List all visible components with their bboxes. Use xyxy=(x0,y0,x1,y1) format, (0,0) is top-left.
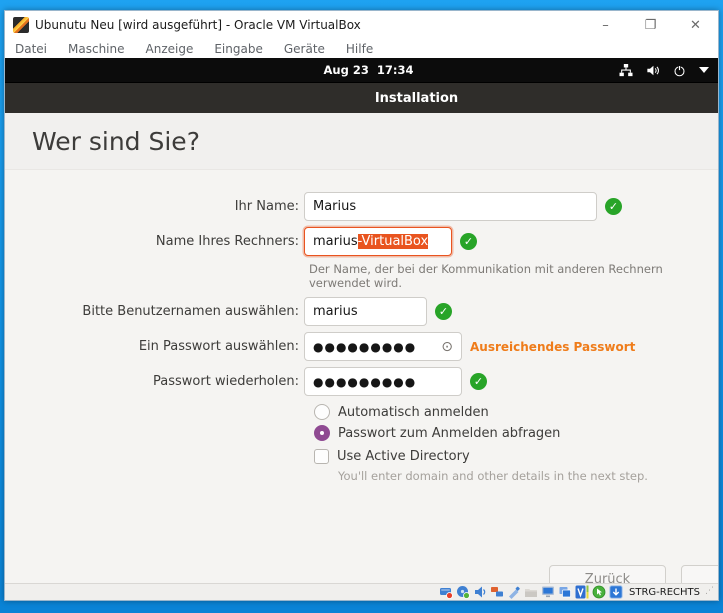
usb-icon[interactable] xyxy=(507,585,521,599)
auto-login-option[interactable]: Automatisch anmelden xyxy=(314,404,718,420)
show-password-icon[interactable]: ⊙ xyxy=(441,340,453,354)
network-icon xyxy=(619,64,633,77)
virtualbox-window: Ubunutu Neu [wird ausgeführt] - Oracle V… xyxy=(4,10,719,601)
password-repeat-input[interactable]: ●●●●●●●●● xyxy=(304,367,462,396)
hard-disks-icon[interactable] xyxy=(439,585,453,599)
continue-button-partial[interactable] xyxy=(681,565,718,583)
maximize-button[interactable]: ❐ xyxy=(628,11,673,39)
active-directory-option[interactable]: Use Active Directory xyxy=(314,449,718,464)
installer-header: Installation xyxy=(5,82,718,113)
statusbar: STRG-RECHTS ⋰ xyxy=(5,583,718,600)
menu-eingabe[interactable]: Eingabe xyxy=(214,42,263,56)
username-valid-icon: ✓ xyxy=(435,303,452,320)
password-match-icon: ✓ xyxy=(470,373,487,390)
window-title: Ubunutu Neu [wird ausgeführt] - Oracle V… xyxy=(35,18,583,32)
network-adapters-icon[interactable] xyxy=(490,585,504,599)
menu-geraete[interactable]: Geräte xyxy=(284,42,325,56)
who-are-you-form: Ihr Name: Marius ✓ Name Ihres Rechners: … xyxy=(5,170,718,483)
require-password-option[interactable]: Passwort zum Anmelden abfragen xyxy=(314,425,718,441)
vm-features-icon[interactable] xyxy=(575,585,589,599)
password-input[interactable]: ●●●●●●●●● ⊙ xyxy=(304,332,462,361)
keyboard-icon[interactable] xyxy=(609,585,623,599)
clock[interactable]: Aug 23 17:34 xyxy=(5,63,718,77)
selected-text: -VirtualBox xyxy=(358,234,429,249)
volume-icon xyxy=(646,64,660,77)
installer-title: Installation xyxy=(375,91,458,106)
power-icon xyxy=(673,64,686,77)
menu-hilfe[interactable]: Hilfe xyxy=(346,42,373,56)
optical-drives-icon[interactable] xyxy=(456,585,470,599)
hostname-help: Der Name, der bei der Kommunikation mit … xyxy=(309,262,718,290)
resize-grip-icon[interactable]: ⋰ xyxy=(705,587,714,598)
username-row: Bitte Benutzernamen auswählen: marius ✓ xyxy=(5,297,718,326)
password-repeat-label: Passwort wiederholen: xyxy=(5,374,304,389)
active-directory-help: You'll enter domain and other details in… xyxy=(338,469,718,483)
name-input[interactable]: Marius xyxy=(304,192,597,221)
shared-folders-icon[interactable] xyxy=(524,585,538,599)
vm-screen: Aug 23 17:34 Installation xyxy=(5,58,718,583)
radio-unchecked-icon[interactable] xyxy=(314,404,330,420)
password-repeat-row: Passwort wiederholen: ●●●●●●●●● ✓ xyxy=(5,367,718,396)
minimize-button[interactable]: – xyxy=(583,11,628,39)
name-valid-icon: ✓ xyxy=(605,198,622,215)
mouse-integration-icon[interactable] xyxy=(592,585,606,599)
name-row: Ihr Name: Marius ✓ xyxy=(5,192,718,221)
username-label: Bitte Benutzernamen auswählen: xyxy=(5,304,304,319)
login-options: Automatisch anmelden Passwort zum Anmeld… xyxy=(314,404,718,483)
menu-datei[interactable]: Datei xyxy=(15,42,47,56)
recording-icon[interactable] xyxy=(558,585,572,599)
password-label: Ein Passwort auswählen: xyxy=(5,339,304,354)
titlebar: Ubunutu Neu [wird ausgeführt] - Oracle V… xyxy=(5,11,718,39)
close-button[interactable]: ✕ xyxy=(673,11,718,39)
menu-maschine[interactable]: Maschine xyxy=(68,42,124,56)
password-row: Ein Passwort auswählen: ●●●●●●●●● ⊙ Ausr… xyxy=(5,332,718,361)
page-title: Wer sind Sie? xyxy=(32,127,200,156)
system-tray[interactable] xyxy=(619,58,709,82)
hostname-input[interactable]: marius-VirtualBox xyxy=(304,227,452,256)
hostname-label: Name Ihres Rechners: xyxy=(5,234,304,249)
hostname-row: Name Ihres Rechners: marius-VirtualBox ✓ xyxy=(5,227,718,256)
host-key-label: STRG-RECHTS xyxy=(629,587,700,598)
username-input[interactable]: marius xyxy=(304,297,427,326)
hostname-valid-icon: ✓ xyxy=(460,233,477,250)
menu-anzeige[interactable]: Anzeige xyxy=(146,42,194,56)
window-controls: – ❐ ✕ xyxy=(583,11,718,39)
page-title-band: Wer sind Sie? xyxy=(5,113,718,170)
menubar: Datei Maschine Anzeige Eingabe Geräte Hi… xyxy=(5,39,718,58)
back-button[interactable]: Zurück xyxy=(549,565,666,583)
ubuntu-topbar: Aug 23 17:34 xyxy=(5,58,718,82)
virtualbox-app-icon xyxy=(13,17,29,33)
password-strength: Ausreichendes Passwort xyxy=(470,340,635,354)
caret-down-icon xyxy=(699,67,709,73)
name-label: Ihr Name: xyxy=(5,199,304,214)
checkbox-unchecked-icon[interactable] xyxy=(314,449,329,464)
installer-body: Wer sind Sie? Ihr Name: Marius ✓ Name Ih… xyxy=(5,113,718,583)
audio-icon[interactable] xyxy=(473,585,487,599)
radio-checked-icon[interactable] xyxy=(314,425,330,441)
display-icon[interactable] xyxy=(541,585,555,599)
